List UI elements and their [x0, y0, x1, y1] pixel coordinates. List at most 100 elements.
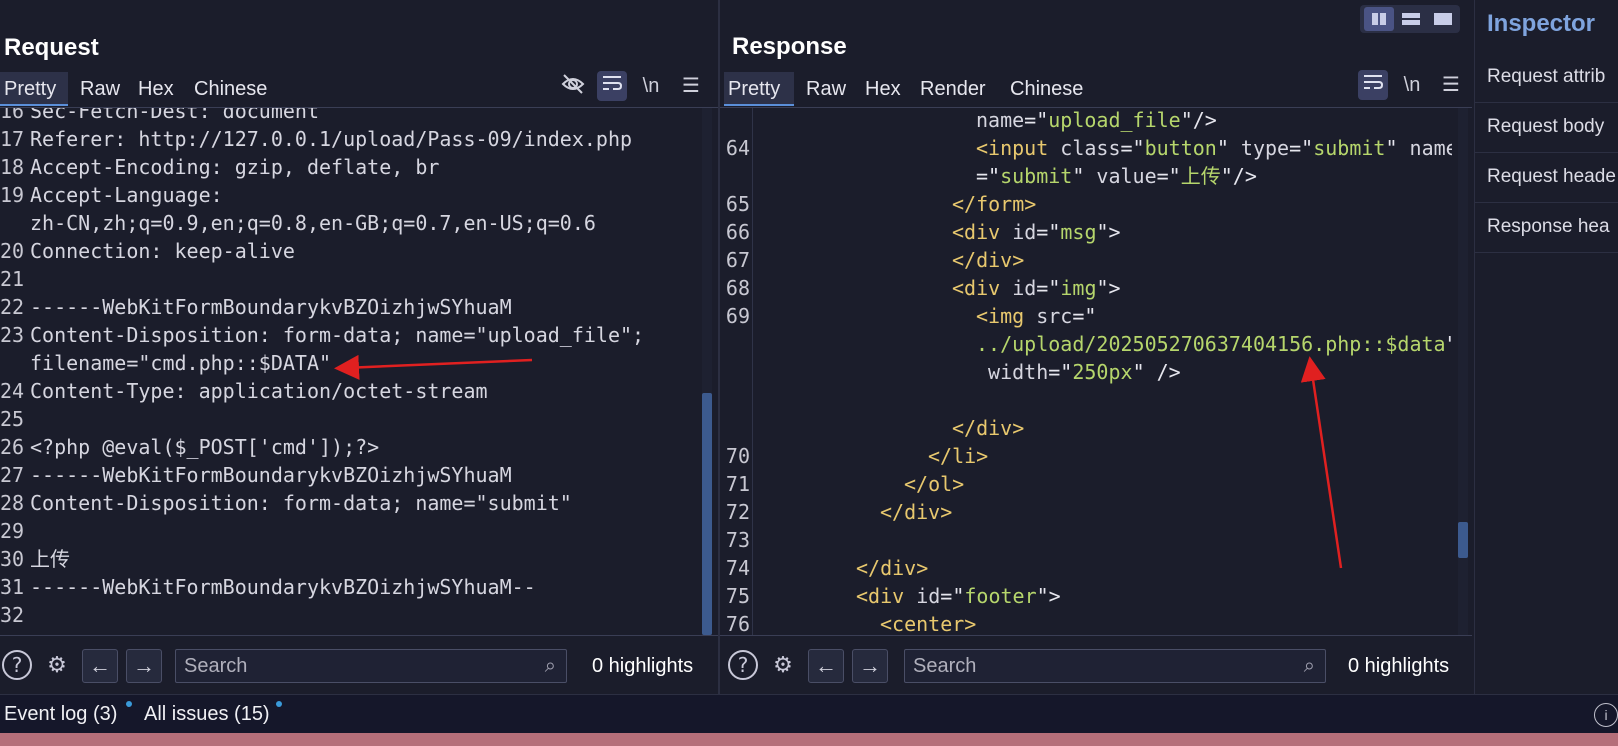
response-tab-pretty[interactable]: Pretty: [724, 72, 794, 106]
inspector-section-request-body[interactable]: Request body: [1487, 116, 1604, 138]
menu-icon[interactable]: ☰: [1436, 70, 1466, 100]
line-number: 20: [0, 239, 25, 263]
event-log-link[interactable]: Event log (3): [4, 703, 117, 726]
menu-icon[interactable]: ☰: [676, 71, 706, 101]
line-number: 65: [725, 192, 750, 216]
response-scroll-thumb[interactable]: [1458, 522, 1468, 558]
code-line: 17 Referer: http://127.0.0.1/upload/Pass-…: [0, 125, 718, 153]
line-number: 29: [0, 519, 25, 543]
line-text: Accept-Language:: [30, 183, 223, 207]
next-arrow-icon[interactable]: →: [852, 649, 888, 683]
code-token: ../upload/202505270637404156.php::$data: [976, 332, 1446, 356]
request-editor[interactable]: 16 Sec-Fetch-Dest: document 17 Referer: htt…: [0, 108, 718, 635]
response-search-input[interactable]: Search ⌕: [904, 649, 1326, 683]
line-text: </div>: [880, 498, 952, 526]
code-token: src: [1024, 304, 1073, 328]
code-token: ": [1385, 136, 1398, 160]
line-text: Referer: http://127.0.0.1/upload/Pass-09…: [30, 127, 633, 151]
newline-icon[interactable]: \n: [1397, 70, 1427, 100]
code-token: value: [1084, 164, 1157, 188]
code-line: 66 <div id="msg">: [720, 218, 1452, 246]
help-icon[interactable]: ?: [0, 649, 34, 683]
request-scrollbar[interactable]: [702, 108, 712, 635]
line-number: 31: [0, 575, 25, 599]
gear-icon[interactable]: ⚙: [766, 649, 800, 683]
code-token: "/>: [1180, 108, 1217, 132]
eye-slash-icon[interactable]: [558, 71, 588, 101]
response-scrollbar[interactable]: [1458, 108, 1468, 635]
code-token: id: [1000, 276, 1037, 300]
search-icon[interactable]: ⌕: [1304, 650, 1315, 682]
code-line: 16 Sec-Fetch-Dest: document: [0, 108, 718, 125]
line-text: <input class="button" type="submit" name: [976, 134, 1452, 162]
divider: [1475, 152, 1618, 153]
svg-text:?: ?: [12, 653, 23, 677]
code-token: <div: [952, 220, 1001, 244]
request-tab-pretty[interactable]: Pretty: [0, 72, 68, 106]
response-tab-chinese[interactable]: Chinese: [1006, 72, 1087, 106]
code-line: 22 ------WebKitFormBoundarykvBZOizhjwSYhu…: [0, 293, 718, 321]
line-number: 18: [0, 155, 25, 179]
code-line: </div>: [720, 414, 1452, 442]
code-token: =": [940, 584, 965, 608]
inspector-section-response-headers[interactable]: Response hea: [1487, 216, 1610, 238]
line-text: name="upload_file"/>: [976, 108, 1217, 134]
line-number: 72: [725, 500, 750, 524]
response-tab-render[interactable]: Render: [916, 72, 990, 106]
split-horizontal-icon[interactable]: [1396, 7, 1426, 31]
inspector-section-request-attributes[interactable]: Request attrib: [1487, 66, 1605, 88]
response-editor[interactable]: name="upload_file"/> 64 <input class="butt…: [720, 108, 1452, 635]
divider: [1475, 202, 1618, 203]
code-token: =": [1072, 304, 1097, 328]
line-text: Content-Disposition: form-data; name="su…: [30, 491, 572, 515]
line-text: ------WebKitFormBoundarykvBZOizhjwSYhuaM: [30, 295, 512, 319]
inspector-section-request-headers[interactable]: Request heade: [1487, 166, 1616, 188]
search-icon[interactable]: ⌕: [545, 650, 556, 682]
code-token: upload_file: [1048, 108, 1181, 132]
code-token: </div>: [880, 500, 953, 524]
line-number: 25: [0, 407, 25, 431]
line-number: 71: [725, 472, 750, 496]
response-tab-hex[interactable]: Hex: [861, 72, 905, 106]
wrap-icon[interactable]: [1358, 70, 1388, 100]
line-text: <div id="footer">: [856, 582, 1061, 610]
code-token: </form>: [952, 192, 1037, 216]
previous-arrow-icon[interactable]: ←: [808, 649, 844, 683]
line-number: 69: [725, 304, 750, 328]
response-tab-raw[interactable]: Raw: [802, 72, 850, 106]
code-token: name: [976, 108, 1025, 132]
all-issues-link[interactable]: All issues (15): [144, 703, 270, 726]
code-line: name="upload_file"/>: [720, 108, 1452, 134]
request-scroll-thumb[interactable]: [702, 393, 712, 635]
newline-icon[interactable]: \n: [636, 71, 666, 101]
line-text: <div id="img">: [952, 274, 1121, 302]
info-icon[interactable]: i: [1594, 703, 1618, 727]
code-token: footer: [964, 584, 1037, 608]
request-tab-hex[interactable]: Hex: [134, 72, 178, 106]
help-icon[interactable]: ?: [726, 649, 760, 683]
wrap-icon[interactable]: [597, 71, 627, 101]
single-view-icon[interactable]: [1428, 7, 1458, 31]
line-text: </div>: [856, 554, 928, 582]
code-line: 68 <div id="img">: [720, 274, 1452, 302]
request-search-input[interactable]: Search ⌕: [175, 649, 567, 683]
line-number: 75: [725, 584, 750, 608]
code-token: submit: [1000, 164, 1073, 188]
line-number: 66: [725, 220, 750, 244]
split-vertical-icon[interactable]: [1364, 7, 1394, 31]
divider: [1475, 102, 1618, 103]
request-tab-chinese[interactable]: Chinese: [190, 72, 271, 106]
code-token: id: [1000, 220, 1037, 244]
request-tab-raw[interactable]: Raw: [76, 72, 124, 106]
line-number: 19: [0, 183, 25, 207]
code-token: =": [1120, 136, 1145, 160]
line-text: width="250px" />: [976, 358, 1181, 386]
code-token: ">: [1096, 276, 1121, 300]
code-line: 64 <input class="button" type="submit" na…: [720, 134, 1452, 162]
gear-icon[interactable]: ⚙: [40, 649, 74, 683]
event-log-notification-dot: [126, 701, 132, 707]
code-line: zh-CN,zh;q=0.9,en;q=0.8,en-GB;q=0.7,en-U…: [0, 209, 718, 237]
previous-arrow-icon[interactable]: ←: [82, 649, 118, 683]
code-token: id: [904, 584, 941, 608]
next-arrow-icon[interactable]: →: [126, 649, 162, 683]
